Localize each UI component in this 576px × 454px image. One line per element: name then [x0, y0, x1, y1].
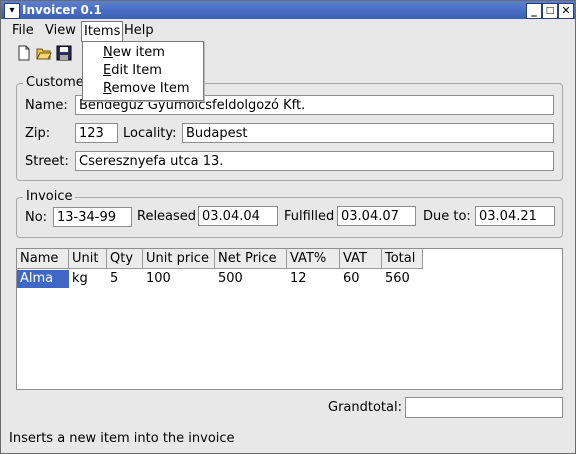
column-header[interactable]: VAT	[340, 249, 382, 269]
column-header[interactable]: Unit price	[143, 249, 215, 269]
items-table[interactable]: Name Unit Qty Unit price Net Price VAT% …	[16, 248, 563, 390]
street-field[interactable]: Cseresznyefa utca 13.	[75, 151, 554, 171]
invoice-legend: Invoice	[23, 189, 76, 204]
table-cell[interactable]: 60	[340, 270, 382, 288]
fulfilled-label: Fulfilled	[284, 209, 335, 224]
menu-help[interactable]: Help	[122, 23, 156, 38]
dueto-field[interactable]: 03.04.21	[475, 206, 555, 226]
column-header[interactable]: VAT%	[287, 249, 340, 269]
open-folder-icon[interactable]	[36, 45, 52, 61]
table-cell[interactable]: 500	[215, 270, 287, 288]
street-label: Street:	[25, 154, 69, 169]
minimize-icon[interactable]: _	[526, 3, 542, 19]
window-menu-icon[interactable]: ▾	[4, 3, 20, 19]
table-cell[interactable]: 5	[107, 270, 143, 288]
name-label: Name:	[25, 98, 68, 113]
table-cell[interactable]: kg	[69, 270, 107, 288]
new-file-icon[interactable]	[16, 45, 32, 61]
menu-item-edit-item[interactable]: Edit Item	[103, 63, 162, 78]
released-label: Released	[137, 209, 197, 224]
close-icon[interactable]: ✕	[558, 3, 574, 19]
zip-field[interactable]: 123	[75, 123, 118, 143]
column-header[interactable]: Name	[17, 249, 69, 269]
app-window: ▾ Invoicer 0.1 _ □ ✕ File View Items Hel…	[0, 0, 576, 454]
grandtotal-field[interactable]	[405, 397, 563, 418]
table-header: Name Unit Qty Unit price Net Price VAT% …	[17, 249, 431, 269]
fulfilled-field[interactable]: 03.04.07	[337, 206, 416, 226]
items-dropdown-menu: New item Edit Item Remove Item	[82, 41, 204, 101]
title-bar: ▾ Invoicer 0.1 _ □ ✕	[1, 1, 575, 19]
table-cell[interactable]: 100	[143, 270, 215, 288]
table-cell[interactable]: 560	[382, 270, 423, 288]
column-header[interactable]: Qty	[107, 249, 143, 269]
menu-bar: File View Items Help	[1, 20, 575, 42]
menu-items[interactable]: Items	[81, 21, 124, 42]
maximize-icon[interactable]: □	[542, 3, 558, 19]
locality-field[interactable]: Budapest	[182, 123, 554, 143]
table-cell[interactable]: 12	[287, 270, 340, 288]
released-field[interactable]: 03.04.04	[198, 206, 278, 226]
column-header[interactable]: Total	[382, 249, 423, 269]
menu-item-new-item[interactable]: New item	[103, 45, 165, 60]
status-bar-text: Inserts a new item into the invoice	[9, 431, 235, 446]
dueto-label: Due to:	[423, 209, 471, 224]
column-header[interactable]: Net Price	[215, 249, 287, 269]
zip-label: Zip:	[25, 126, 51, 141]
customer-legend: Custome	[23, 75, 87, 90]
grandtotal-label: Grandtotal:	[328, 400, 402, 415]
menu-item-remove-item[interactable]: Remove Item	[103, 81, 190, 96]
menu-view[interactable]: View	[43, 23, 78, 38]
table-row[interactable]: Alma kg 5 100 500 12 60 560	[17, 270, 423, 288]
invoice-no-field[interactable]: 13-34-99	[53, 207, 132, 227]
locality-label: Locality:	[123, 126, 177, 141]
column-header[interactable]: Unit	[69, 249, 107, 269]
invoice-no-label: No:	[25, 210, 48, 225]
save-icon[interactable]	[56, 45, 72, 61]
table-cell[interactable]: Alma	[17, 270, 69, 288]
menu-file[interactable]: File	[10, 23, 36, 38]
window-title: Invoicer 0.1	[22, 3, 102, 17]
